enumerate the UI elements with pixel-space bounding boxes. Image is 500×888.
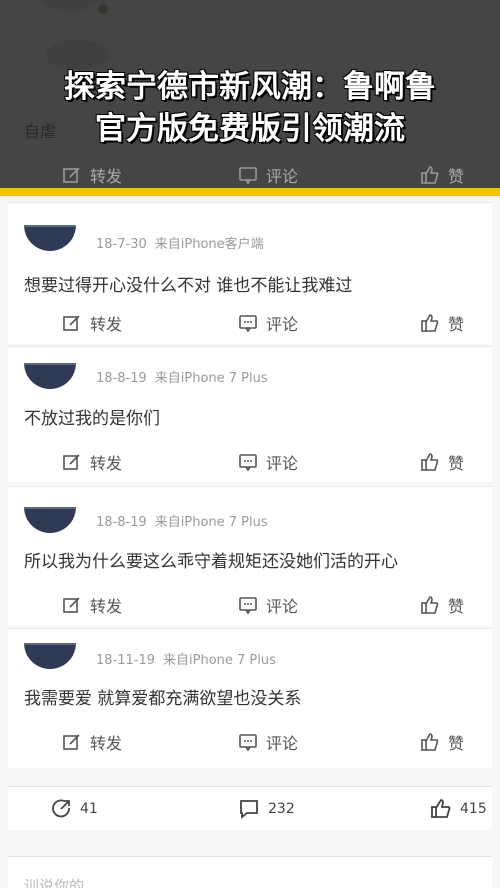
banner-title: 探索宁德市新风潮：鲁啊鲁 官方版免费版引领潮流 (0, 66, 500, 150)
repost-button[interactable]: 转发 (62, 447, 122, 477)
comment-icon (239, 315, 257, 333)
post-text: 想要过得开心没什么不对 谁也不能让我难过 (24, 276, 353, 296)
like-button[interactable]: 赞 (420, 160, 464, 190)
repost-icon (63, 167, 80, 183)
avatar[interactable] (24, 507, 76, 533)
comment-button[interactable]: 评论 (238, 590, 298, 620)
comment-button[interactable]: 评论 (238, 160, 298, 190)
post-meta: 18-8-19 来自iPhone 7 Plus (96, 367, 268, 386)
repost-count: 41 (80, 801, 98, 817)
comment-icon (239, 734, 257, 752)
avatar[interactable] (24, 363, 76, 389)
like-button[interactable]: 赞 (420, 590, 464, 620)
like-label: 赞 (448, 597, 465, 616)
previous-post-actions: 转发 评论 赞 (0, 160, 500, 188)
repost-label: 转发 (90, 167, 123, 186)
repost-button[interactable]: 转发 (62, 727, 122, 757)
post-source: 来自iPhone 7 Plus (154, 371, 268, 386)
post-actions: 转发 评论 赞 (8, 590, 492, 620)
post-actions: 转发 评论 赞 (8, 308, 492, 338)
comment-icon (239, 454, 257, 472)
comment-count-button[interactable]: 232 (238, 795, 295, 823)
repost-button[interactable]: 转发 (62, 590, 122, 620)
repost-button[interactable]: 转发 (62, 160, 122, 190)
like-count-button[interactable]: 415 (430, 795, 487, 823)
comment-label: 评论 (266, 167, 299, 186)
list-item: 18-8-19 来自iPhone 7 Plus 不放过我的是你们 转发 评论 赞 (8, 346, 492, 482)
thumbs-up-icon (421, 314, 439, 332)
like-button[interactable]: 赞 (420, 308, 464, 338)
post-text: 我需要爱 就算爱都充满欲望也没关系 (24, 689, 302, 709)
like-label: 赞 (448, 734, 465, 753)
accent-divider (0, 188, 500, 196)
comment-icon (239, 167, 257, 185)
post-actions: 转发 评论 赞 (8, 447, 492, 477)
like-button[interactable]: 赞 (420, 727, 464, 757)
comment-label: 评论 (266, 734, 299, 753)
comment-icon (240, 800, 258, 819)
post-time: 18-8-19 (96, 371, 147, 386)
comment-button[interactable]: 评论 (238, 308, 298, 338)
like-label: 赞 (448, 454, 465, 473)
post-actions: 转发 评论 赞 (8, 727, 492, 757)
repost-button[interactable]: 转发 (62, 308, 122, 338)
comment-label: 评论 (266, 597, 299, 616)
next-post-text: 训说你的... (24, 877, 99, 888)
post-text: 不放过我的是你们 (24, 409, 160, 429)
thumbs-up-icon (421, 733, 439, 751)
repost-label: 转发 (90, 315, 123, 334)
comment-count: 232 (268, 801, 295, 817)
post-source: 来自iPhone 7 Plus (163, 653, 276, 668)
thumbs-up-icon (421, 596, 439, 614)
banner-title-line-1: 探索宁德市新风潮：鲁啊鲁 (64, 69, 436, 105)
next-post: 训说你的... (8, 856, 492, 888)
avatar[interactable] (24, 225, 76, 251)
repost-icon (63, 734, 80, 750)
repost-icon (63, 597, 80, 613)
post-source: 来自iPhone客户端 (154, 237, 264, 252)
comment-label: 评论 (266, 454, 299, 473)
like-button[interactable]: 赞 (420, 447, 464, 477)
like-label: 赞 (448, 167, 465, 186)
post-meta: 18-8-19 来自iPhone 7 Plus (96, 511, 268, 530)
comment-button[interactable]: 评论 (238, 727, 298, 757)
comment-feed: 18-7-30 来自iPhone客户端 想要过得开心没什么不对 谁也不能让我难过 … (0, 196, 500, 888)
post-time: 18-11-19 (96, 653, 156, 668)
comment-button[interactable]: 评论 (238, 447, 298, 477)
list-item: 18-8-19 来自iPhone 7 Plus 所以我为什么要这么乖守着规矩还没她… (8, 486, 492, 626)
post-stats-bar: 41 232 415 (8, 786, 492, 830)
thumbs-up-icon (421, 166, 439, 184)
comment-icon (239, 597, 257, 615)
post-meta: 18-11-19 来自iPhone 7 Plus (96, 649, 276, 668)
repost-label: 转发 (90, 597, 123, 616)
post-text: 所以我为什么要这么乖守着规矩还没她们活的开心 (24, 552, 398, 572)
post-meta: 18-7-30 来自iPhone客户端 (96, 233, 264, 252)
comment-label: 评论 (266, 315, 299, 334)
post-time: 18-7-30 (96, 237, 147, 252)
like-count: 415 (460, 801, 487, 817)
post-time: 18-8-19 (96, 515, 147, 530)
list-item: 18-7-30 来自iPhone客户端 想要过得开心没什么不对 谁也不能让我难过 … (8, 202, 492, 344)
repost-icon (63, 315, 80, 331)
thumbs-up-icon (421, 453, 439, 471)
title-banner: 探索宁德市新风潮：鲁啊鲁 官方版免费版引领潮流 转发 评论 赞 (0, 0, 500, 188)
thumbs-up-icon (431, 799, 451, 818)
repost-icon (63, 454, 80, 470)
share-icon (52, 799, 70, 818)
like-label: 赞 (448, 315, 465, 334)
avatar[interactable] (24, 643, 76, 669)
repost-label: 转发 (90, 734, 123, 753)
banner-title-line-2: 官方版免费版引领潮流 (95, 111, 405, 147)
post-source: 来自iPhone 7 Plus (154, 515, 268, 530)
list-item: 18-11-19 来自iPhone 7 Plus 我需要爱 就算爱都充满欲望也没关… (8, 628, 492, 768)
repost-label: 转发 (90, 454, 123, 473)
repost-count-button[interactable]: 41 (50, 795, 98, 823)
